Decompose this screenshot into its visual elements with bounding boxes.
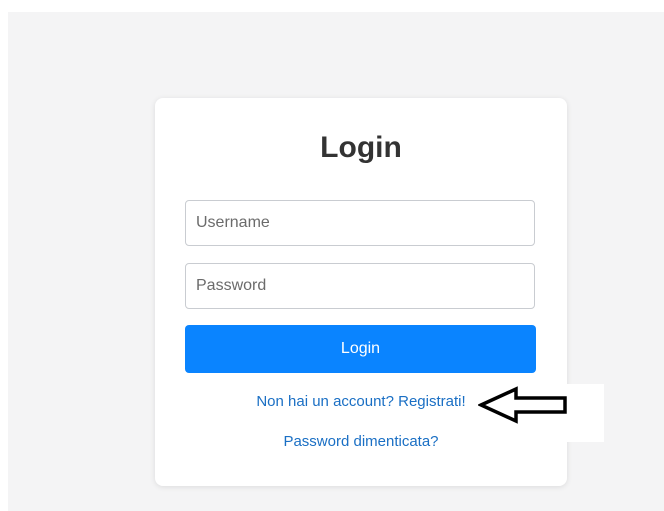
username-input[interactable] — [185, 200, 535, 246]
forgot-password-link[interactable]: Password dimenticata? — [283, 433, 438, 450]
left-arrow-icon — [478, 386, 567, 424]
annotation-box — [566, 384, 604, 442]
page-title: Login — [320, 131, 402, 164]
login-card: Login Login Non hai un account? Registra… — [155, 98, 567, 486]
register-link[interactable]: Non hai un account? Registrati! — [256, 393, 465, 410]
password-input[interactable] — [185, 263, 535, 309]
login-button[interactable]: Login — [185, 325, 536, 373]
forgot-link-row: Password dimenticata? — [155, 432, 567, 452]
